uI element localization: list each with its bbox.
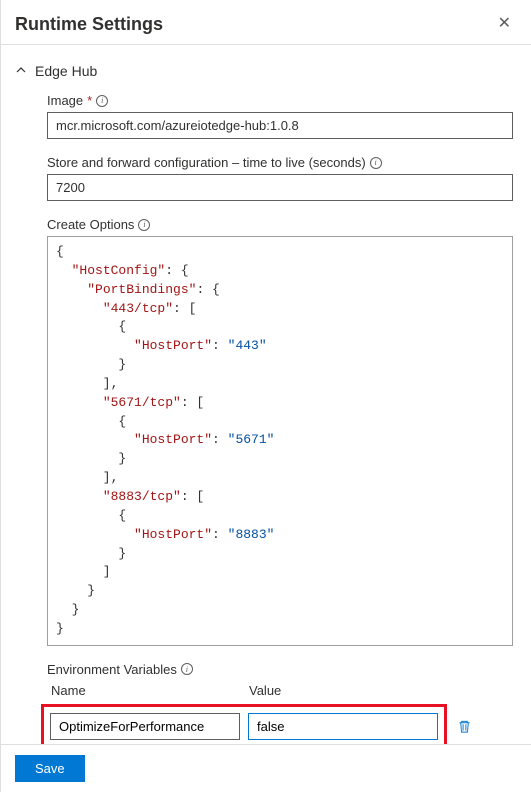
env-vars-label: Environment Variables	[47, 662, 177, 677]
highlight-annotation	[41, 704, 447, 744]
ttl-input[interactable]	[47, 174, 513, 201]
close-icon: ✕	[498, 15, 511, 32]
image-label: Image	[47, 93, 83, 108]
delete-env-var-button[interactable]	[455, 717, 474, 736]
env-vars-label-row: Environment Variables i	[47, 662, 513, 677]
env-var-row	[47, 704, 513, 744]
field-ttl: Store and forward configuration – time t…	[47, 155, 513, 201]
field-env-vars: Environment Variables i Name Value	[47, 662, 513, 744]
env-vars-header-row: Name Value	[47, 683, 513, 698]
env-value-input[interactable]	[248, 713, 438, 740]
image-label-row: Image * i	[47, 93, 513, 108]
save-button[interactable]: Save	[15, 755, 85, 782]
info-icon[interactable]: i	[138, 219, 150, 231]
env-vars-table: Name Value	[47, 683, 513, 744]
create-options-label: Create Options	[47, 217, 134, 232]
content-scroll-area[interactable]: Edge Hub Image * i Store and forward con…	[1, 45, 531, 744]
panel-title: Runtime Settings	[15, 14, 163, 35]
info-icon[interactable]: i	[96, 95, 108, 107]
info-icon[interactable]: i	[370, 157, 382, 169]
required-marker: *	[87, 93, 92, 108]
close-button[interactable]: ✕	[494, 12, 515, 36]
field-image: Image * i	[47, 93, 513, 139]
ttl-label: Store and forward configuration – time t…	[47, 155, 366, 170]
section-title: Edge Hub	[35, 63, 97, 79]
chevron-up-icon	[15, 64, 27, 79]
field-create-options: Create Options i { "HostConfig": { "Port…	[47, 217, 513, 646]
env-col-value-header: Value	[249, 683, 513, 698]
env-col-name-header: Name	[51, 683, 249, 698]
image-input[interactable]	[47, 112, 513, 139]
panel-footer: Save	[1, 744, 531, 792]
runtime-settings-panel: Runtime Settings ✕ Edge Hub Image * i	[0, 0, 531, 792]
create-options-label-row: Create Options i	[47, 217, 513, 232]
env-name-input[interactable]	[50, 713, 240, 740]
trash-icon	[457, 719, 472, 734]
info-icon[interactable]: i	[181, 663, 193, 675]
panel-header: Runtime Settings ✕	[1, 0, 531, 45]
create-options-editor[interactable]: { "HostConfig": { "PortBindings": { "443…	[47, 236, 513, 646]
ttl-label-row: Store and forward configuration – time t…	[47, 155, 513, 170]
section-body: Image * i Store and forward configuratio…	[15, 93, 517, 744]
section-toggle-edgehub[interactable]: Edge Hub	[15, 63, 517, 79]
